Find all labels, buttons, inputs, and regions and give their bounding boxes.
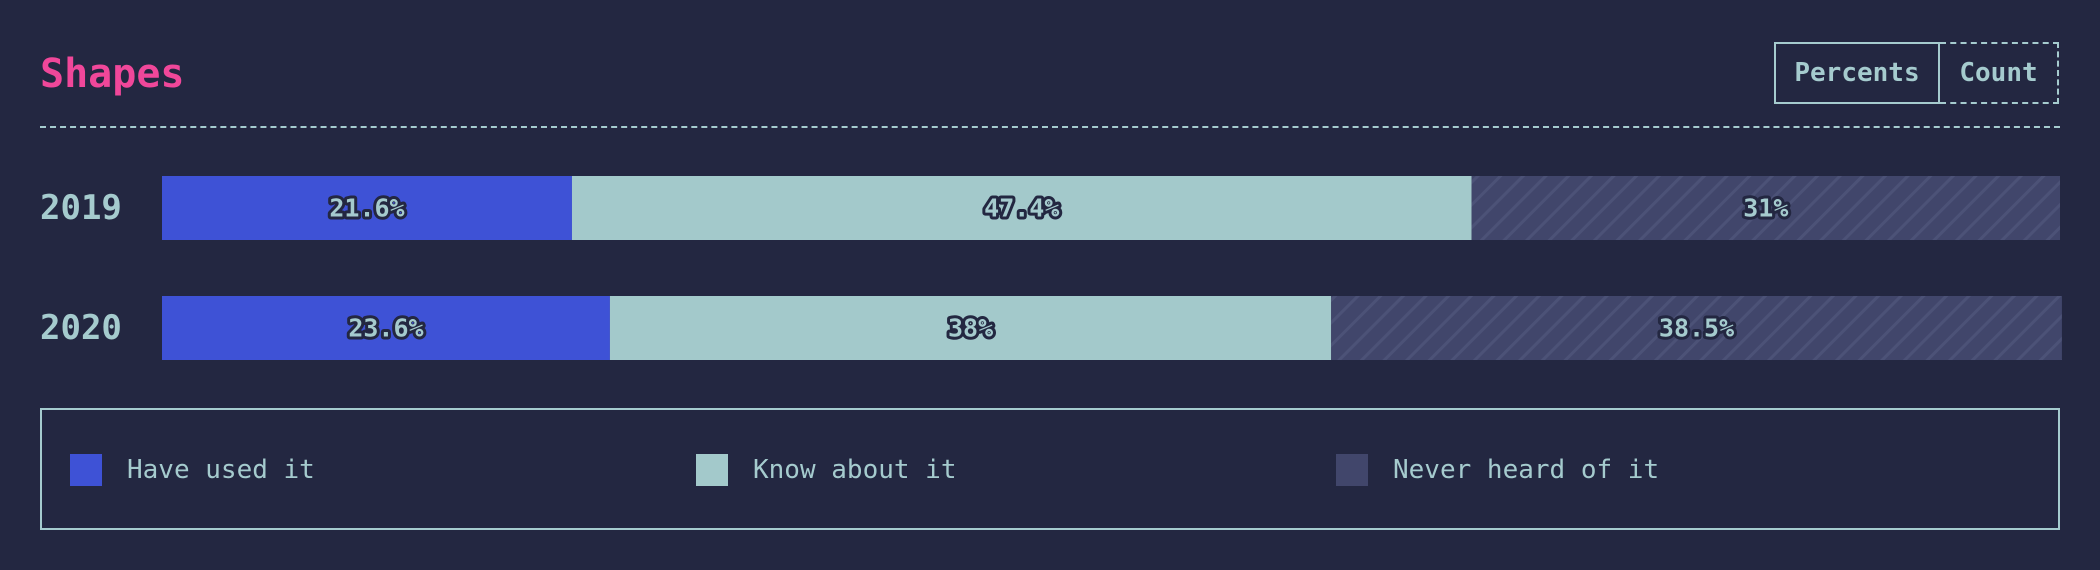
legend-swatch bbox=[70, 454, 102, 486]
data-label-never-heard-of-it-2020: 38.5% bbox=[1659, 314, 1734, 343]
legend-swatch bbox=[696, 454, 728, 486]
data-label-have-used-it-2020: 23.6% bbox=[348, 314, 423, 343]
chart-legend: Have used it Know about it Never heard o… bbox=[40, 408, 2060, 530]
legend-item-know-about-it[interactable]: Know about it bbox=[696, 454, 957, 486]
category-label-2020: 2020 bbox=[40, 308, 122, 348]
data-label-have-used-it-2019: 21.6% bbox=[329, 194, 404, 223]
category-label-2019: 2019 bbox=[40, 188, 122, 228]
data-label-know-about-it-2020: 38% bbox=[948, 314, 993, 343]
legend-label: Never heard of it bbox=[1393, 455, 1660, 485]
legend-item-never-heard-of-it[interactable]: Never heard of it bbox=[1336, 454, 1659, 486]
legend-swatch bbox=[1336, 454, 1368, 486]
legend-label: Have used it bbox=[127, 455, 315, 485]
data-label-know-about-it-2019: 47.4% bbox=[984, 194, 1059, 223]
stacked-bar-chart: 2019 21.6% 47.4% 31% 2020 23.6% 38% 38.5% bbox=[40, 176, 2062, 360]
legend-label: Know about it bbox=[753, 455, 957, 485]
legend-item-have-used-it[interactable]: Have used it bbox=[70, 454, 315, 486]
data-label-never-heard-of-it-2019: 31% bbox=[1743, 194, 1788, 223]
